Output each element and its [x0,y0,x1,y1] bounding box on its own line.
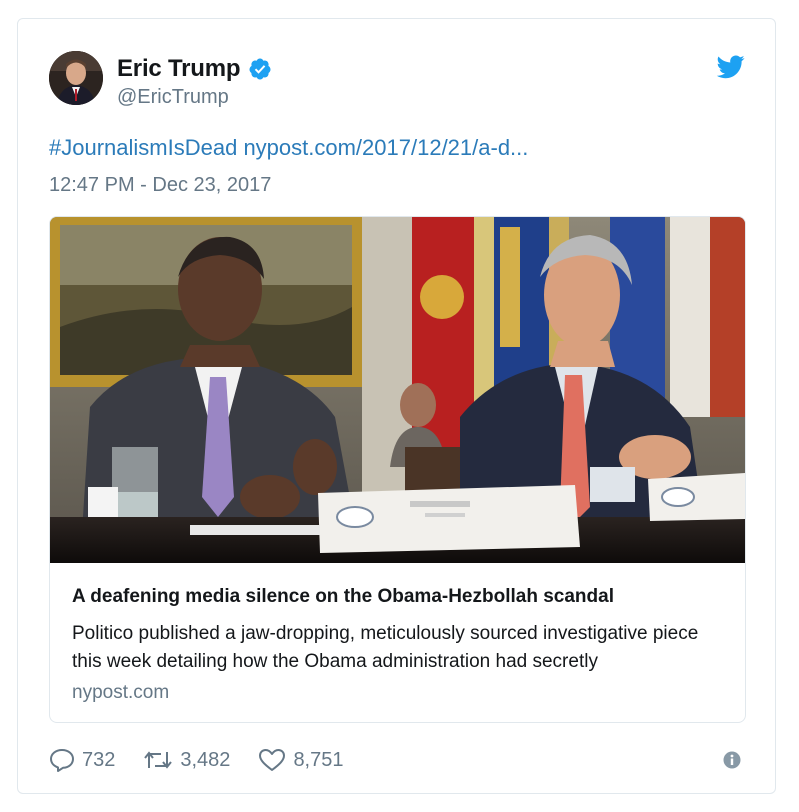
heart-icon [259,749,286,771]
twitter-bird-icon[interactable] [717,55,745,79]
reply-icon [50,749,74,772]
avatar[interactable] [49,51,103,105]
display-name-text[interactable]: Eric Trump [117,55,241,83]
card-domain: nypost.com [72,682,170,703]
article-link[interactable]: nypost.com/2017/12/21/a-d... [243,135,528,160]
tweet-card[interactable]: Eric Trump @EricTrump #JournalismIsDead … [17,18,776,794]
card-title[interactable]: A deafening media silence on the Obama-H… [72,586,614,608]
timestamp[interactable]: 12:47 PM - Dec 23, 2017 [49,174,271,197]
retweet-count: 3,482 [180,748,231,771]
display-name[interactable]: Eric Trump [117,55,272,83]
like-button[interactable]: 8,751 [258,748,344,772]
retweet-icon [144,751,173,769]
tweet-text: #JournalismIsDead nypost.com/2017/12/21/… [49,135,528,161]
retweet-button[interactable]: 3,482 [143,748,230,772]
tweet-actions: 732 3,482 8,751 [49,745,372,775]
like-count: 8,751 [293,748,344,771]
info-icon[interactable] [723,751,741,769]
card-description: Politico published a jaw-dropping, metic… [72,623,699,672]
hashtag-link[interactable]: #JournalismIsDead [49,135,237,160]
reply-button[interactable]: 732 [49,748,115,772]
handle[interactable]: @EricTrump [117,86,229,109]
reply-count: 732 [82,748,116,771]
card-image[interactable] [50,217,745,563]
link-card[interactable]: A deafening media silence on the Obama-H… [49,216,746,723]
verified-badge-icon [249,58,271,80]
